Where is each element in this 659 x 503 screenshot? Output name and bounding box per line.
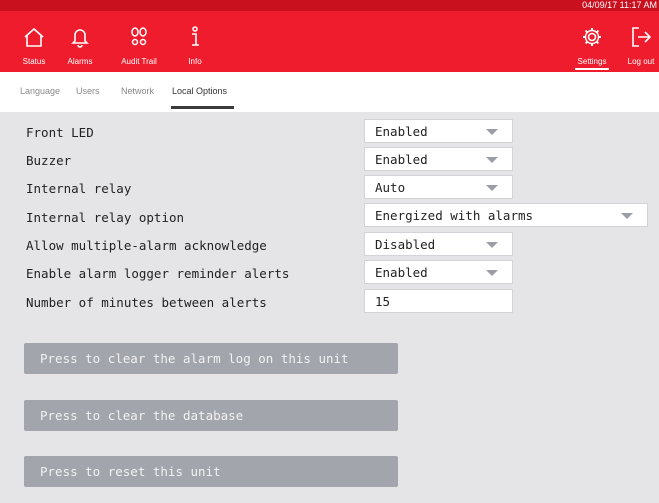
nav-status-label: Status bbox=[22, 57, 46, 66]
clear-database-label: Press to clear the database bbox=[40, 408, 244, 423]
allow-multiple-ack-label: Allow multiple-alarm acknowledge bbox=[26, 238, 267, 253]
active-tab-indicator bbox=[171, 106, 234, 109]
nav-info-label: Info bbox=[188, 57, 202, 66]
internal-relay-select[interactable]: Auto bbox=[364, 175, 513, 199]
allow-multiple-ack-select[interactable]: Disabled bbox=[364, 232, 513, 256]
nav-settings[interactable]: Settings bbox=[569, 11, 615, 72]
chevron-down-icon bbox=[486, 157, 498, 163]
bell-icon bbox=[71, 29, 89, 48]
nav-audit-trail-label: Audit Trail bbox=[121, 57, 157, 66]
top-navigation-bar: 04/09/17 11:17 AM Status Alarms Audit Tr… bbox=[0, 0, 659, 72]
internal-relay-option-select[interactable]: Energized with alarms bbox=[364, 203, 648, 227]
logout-icon bbox=[632, 27, 652, 47]
internal-relay-option-value: Energized with alarms bbox=[375, 208, 534, 223]
buzzer-select[interactable]: Enabled bbox=[364, 147, 513, 171]
reset-unit-label: Press to reset this unit bbox=[40, 464, 221, 479]
tab-network[interactable]: Network bbox=[121, 86, 154, 96]
nav-alarms[interactable]: Alarms bbox=[58, 11, 102, 72]
internal-relay-value: Auto bbox=[375, 180, 406, 195]
nav-audit-trail[interactable]: Audit Trail bbox=[117, 11, 161, 72]
datetime: 04/09/17 11:17 AM bbox=[582, 0, 657, 10]
nav-status[interactable]: Status bbox=[12, 11, 56, 72]
settings-tabs: Language Users Network Local Options bbox=[0, 72, 659, 112]
front-led-select[interactable]: Enabled bbox=[364, 119, 513, 143]
clear-database-button[interactable]: Press to clear the database bbox=[24, 400, 398, 431]
buzzer-value: Enabled bbox=[375, 152, 428, 167]
reminder-alerts-select[interactable]: Enabled bbox=[364, 260, 513, 284]
chevron-down-icon bbox=[486, 185, 498, 191]
chevron-down-icon bbox=[621, 213, 633, 219]
settings-active-indicator bbox=[575, 68, 609, 70]
gear-icon bbox=[583, 28, 601, 46]
clear-alarm-log-button[interactable]: Press to clear the alarm log on this uni… bbox=[24, 343, 398, 374]
clear-alarm-log-label: Press to clear the alarm log on this uni… bbox=[40, 351, 349, 366]
home-icon bbox=[24, 27, 44, 47]
front-led-value: Enabled bbox=[375, 124, 428, 139]
minutes-between-alerts-input[interactable]: 15 bbox=[364, 289, 513, 313]
status-strip: 04/09/17 11:17 AM bbox=[0, 0, 659, 11]
footprints-icon bbox=[131, 27, 147, 46]
tab-local-options[interactable]: Local Options bbox=[172, 86, 227, 96]
reminder-alerts-value: Enabled bbox=[375, 265, 428, 280]
front-led-label: Front LED bbox=[26, 125, 94, 140]
nav-settings-label: Settings bbox=[577, 57, 607, 66]
internal-relay-option-label: Internal relay option bbox=[26, 210, 185, 225]
minutes-between-alerts-label: Number of minutes between alerts bbox=[26, 295, 267, 310]
info-icon bbox=[192, 26, 199, 46]
reminder-alerts-label: Enable alarm logger reminder alerts bbox=[26, 266, 290, 281]
chevron-down-icon bbox=[486, 270, 498, 276]
buzzer-label: Buzzer bbox=[26, 153, 72, 168]
nav-alarms-label: Alarms bbox=[67, 57, 93, 66]
internal-relay-label: Internal relay bbox=[26, 181, 132, 196]
tab-language[interactable]: Language bbox=[20, 86, 60, 96]
allow-multiple-ack-value: Disabled bbox=[375, 237, 436, 252]
tab-users[interactable]: Users bbox=[76, 86, 100, 96]
chevron-down-icon bbox=[486, 129, 498, 135]
chevron-down-icon bbox=[486, 242, 498, 248]
nav-logout-label: Log out bbox=[627, 57, 655, 66]
nav-logout[interactable]: Log out bbox=[620, 11, 659, 72]
nav-info[interactable]: Info bbox=[173, 11, 217, 72]
reset-unit-button[interactable]: Press to reset this unit bbox=[24, 456, 398, 487]
